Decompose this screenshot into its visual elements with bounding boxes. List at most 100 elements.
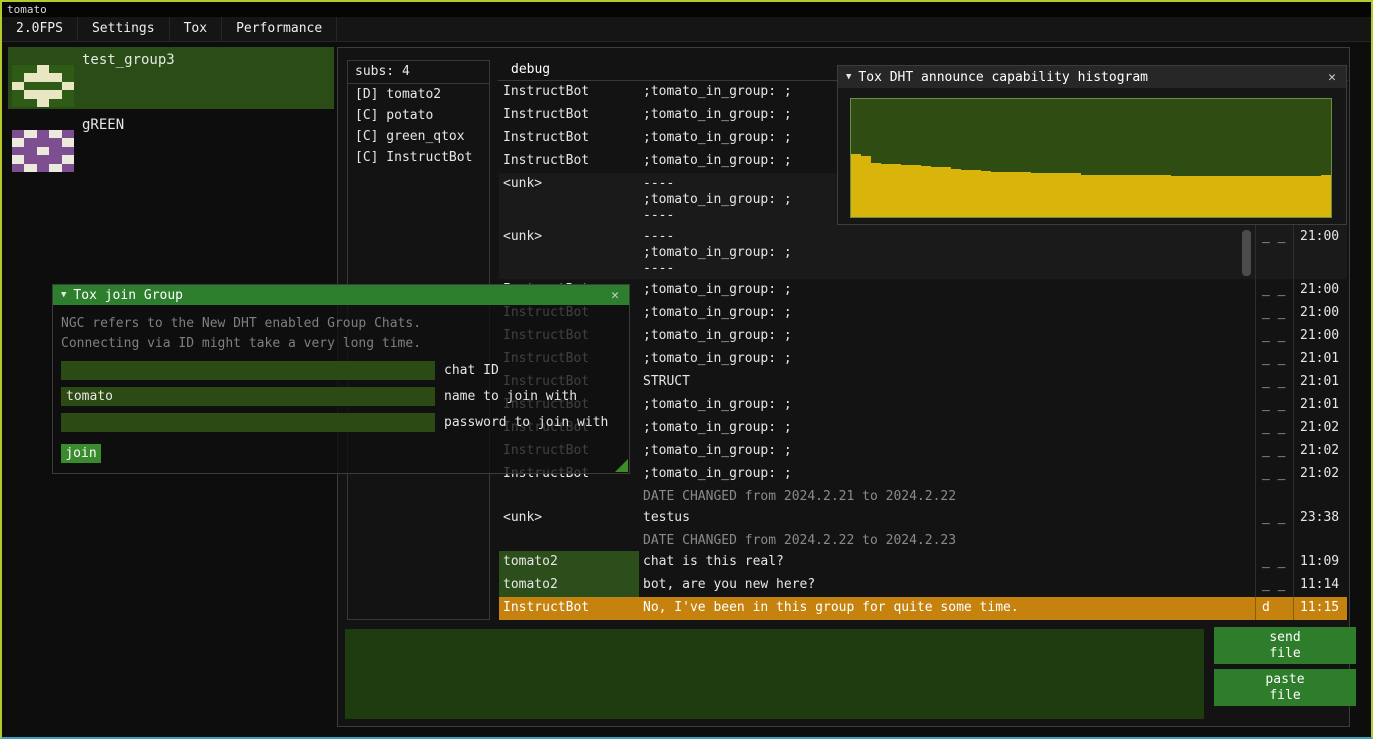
histogram-bar — [851, 154, 861, 217]
chat-message-row[interactable]: tomato2bot, are you new here?_ _11:14 — [499, 574, 1347, 597]
message-author: tomato2 — [499, 574, 639, 597]
send-file-button[interactable]: send file — [1214, 627, 1356, 664]
tab-debug[interactable]: debug — [507, 61, 554, 78]
scrollbar-thumb[interactable] — [1242, 230, 1251, 276]
group-item-test_group3[interactable]: test_group3 — [8, 47, 334, 109]
histogram-bar — [1181, 176, 1191, 217]
resize-grip[interactable] — [615, 459, 628, 472]
chat-message-row[interactable]: <unk>testus_ _23:38 — [499, 507, 1347, 530]
message-author: InstructBot — [499, 81, 639, 104]
message-author: <unk> — [499, 173, 639, 226]
subs-member[interactable]: [D] tomato2 — [348, 84, 489, 105]
date-changed-text: DATE CHANGED from 2024.2.21 to 2024.2.22 — [639, 486, 1255, 507]
histogram-bar — [1151, 175, 1161, 217]
window-titlebar[interactable]: tomato — [2, 2, 1371, 17]
message-author: tomato2 — [499, 551, 639, 574]
histogram-bar — [991, 172, 1001, 217]
histogram-bar — [1311, 176, 1321, 217]
histogram-bar — [911, 165, 921, 217]
message-text: ;tomato_in_group: ; — [639, 325, 1255, 348]
chat-input[interactable] — [345, 629, 1204, 719]
subs-list: [D] tomato2[C] potato[C] green_qtox[C] I… — [348, 84, 489, 168]
message-text: ;tomato_in_group: ; — [639, 440, 1255, 463]
histogram-window-titlebar[interactable]: ▼ Tox DHT announce capability histogram … — [838, 66, 1346, 88]
message-flags: _ _ — [1255, 574, 1293, 597]
message-time: 21:00 — [1293, 302, 1347, 325]
menu-item-settings[interactable]: Settings — [78, 17, 170, 41]
join-password-input[interactable] — [61, 413, 435, 432]
histogram-bar — [1241, 176, 1251, 217]
histogram-bar — [1061, 173, 1071, 217]
subs-member[interactable]: [C] green_qtox — [348, 126, 489, 147]
histogram-bar — [1201, 176, 1211, 217]
histogram-bar — [981, 171, 991, 217]
message-author — [499, 530, 639, 551]
subs-member[interactable]: [C] potato — [348, 105, 489, 126]
subs-member[interactable]: [C] InstructBot — [348, 147, 489, 168]
join-password-label: password to join with — [444, 415, 608, 430]
collapse-arrow-icon[interactable]: ▼ — [61, 290, 66, 300]
group-name: gREEN — [82, 117, 124, 133]
histogram-bar — [881, 164, 891, 217]
histogram-bar — [1171, 176, 1181, 217]
join-window-body: NGC refers to the New DHT enabled Group … — [53, 305, 629, 472]
chat-message-row[interactable]: tomato2chat is this real?_ _11:09 — [499, 551, 1347, 574]
message-text: testus — [639, 507, 1255, 530]
join-window-title: Tox join Group — [73, 288, 602, 303]
menu-item-tox[interactable]: Tox — [170, 17, 222, 41]
message-author — [499, 486, 639, 507]
message-text: ;tomato_in_group: ; — [639, 463, 1255, 486]
message-flags: _ _ — [1255, 463, 1293, 486]
ngc-info-line-2: Connecting via ID might take a very long… — [61, 334, 621, 354]
menu-item-performance[interactable]: Performance — [222, 17, 337, 41]
join-group-window: ▼ Tox join Group ✕ NGC refers to the New… — [52, 284, 630, 474]
message-text: ;tomato_in_group: ; — [639, 302, 1255, 325]
histogram-bar — [1141, 175, 1151, 217]
message-time: 21:02 — [1293, 463, 1347, 486]
message-time: 21:00 — [1293, 325, 1347, 348]
join-button[interactable]: join — [61, 444, 101, 463]
histogram-bar — [1071, 173, 1081, 217]
message-time — [1293, 486, 1347, 507]
close-icon[interactable]: ✕ — [1326, 70, 1338, 85]
chat-id-input[interactable] — [61, 361, 435, 380]
date-changed-row[interactable]: DATE CHANGED from 2024.2.21 to 2024.2.22 — [499, 486, 1347, 507]
message-flags: _ _ — [1255, 371, 1293, 394]
chat-message-row[interactable]: <unk>---- ;tomato_in_group: ; ----_ _21:… — [499, 226, 1347, 279]
histogram-bar — [1161, 175, 1171, 217]
message-flags: _ _ — [1255, 226, 1293, 279]
ngc-info-line-1: NGC refers to the New DHT enabled Group … — [61, 314, 621, 334]
histogram-bar — [941, 167, 951, 217]
message-flags: _ _ — [1255, 417, 1293, 440]
histogram-bar — [931, 167, 941, 217]
collapse-arrow-icon[interactable]: ▼ — [846, 72, 851, 82]
join-window-titlebar[interactable]: ▼ Tox join Group ✕ — [53, 285, 629, 305]
message-text: ;tomato_in_group: ; — [639, 394, 1255, 417]
chat-message-row[interactable]: InstructBotNo, I've been in this group f… — [499, 597, 1347, 620]
message-time: 21:00 — [1293, 279, 1347, 302]
message-author: InstructBot — [499, 127, 639, 150]
message-flags: _ _ — [1255, 302, 1293, 325]
histogram-bar — [1021, 172, 1031, 217]
histogram-window-title: Tox DHT announce capability histogram — [858, 70, 1319, 85]
group-item-gREEN[interactable]: gREEN — [8, 112, 334, 174]
histogram-bar — [1131, 175, 1141, 217]
histogram-bar — [951, 169, 961, 217]
green-avatar — [12, 130, 74, 172]
message-flags — [1255, 486, 1293, 507]
message-flags: _ _ — [1255, 348, 1293, 371]
close-icon[interactable]: ✕ — [609, 288, 621, 303]
message-author: InstructBot — [499, 597, 639, 620]
message-time: 21:01 — [1293, 348, 1347, 371]
subs-count: subs: 4 — [348, 61, 489, 84]
histogram-bar — [1031, 173, 1041, 217]
date-changed-row[interactable]: DATE CHANGED from 2024.2.22 to 2024.2.23 — [499, 530, 1347, 551]
menu-bar: 2.0FPSSettingsToxPerformance — [2, 17, 1371, 42]
histogram-bar — [1291, 176, 1301, 217]
paste-file-button[interactable]: paste file — [1214, 669, 1356, 706]
join-name-input[interactable] — [61, 387, 435, 406]
histogram-bar — [1301, 176, 1311, 217]
histogram-bar — [961, 170, 971, 217]
histogram-bar — [1191, 176, 1201, 217]
histogram-bar — [891, 164, 901, 217]
